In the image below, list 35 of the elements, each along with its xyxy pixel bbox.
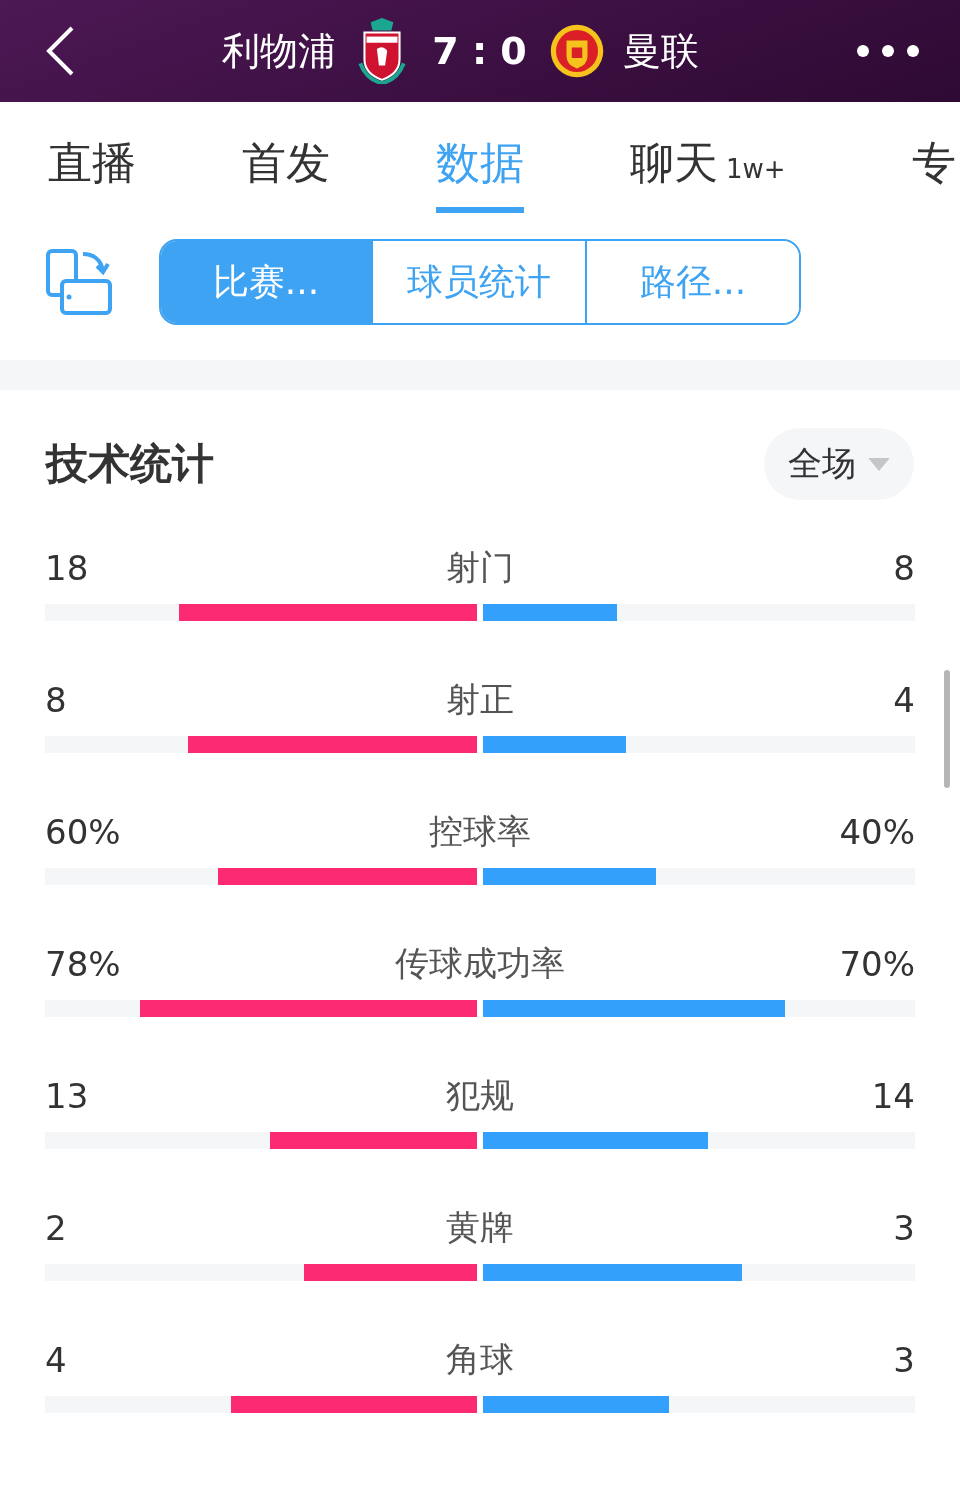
home-value: 8 (45, 680, 67, 720)
home-value: 4 (45, 1340, 67, 1380)
stat-label: 角球 (446, 1338, 514, 1381)
back-icon[interactable] (45, 25, 75, 77)
stat-label: 射门 (446, 546, 514, 589)
home-team-name: 利物浦 (222, 27, 337, 75)
away-value: 8 (893, 548, 915, 588)
more-icon[interactable] (856, 44, 920, 58)
stat-label: 控球率 (429, 810, 531, 853)
tab[interactable]: 首发 (242, 134, 330, 213)
away-value: 3 (893, 1208, 915, 1248)
away-team-name: 曼联 (622, 27, 699, 75)
away-value: 3 (893, 1340, 915, 1380)
home-value: 78% (45, 944, 121, 984)
stat-label: 黄牌 (446, 1206, 514, 1249)
home-value: 60% (45, 812, 121, 852)
home-value: 2 (45, 1208, 67, 1248)
section-title: 技术统计 (46, 438, 214, 490)
stat-label: 射正 (446, 678, 514, 721)
tab[interactable]: 直播 (48, 134, 136, 213)
stat-label: 传球成功率 (395, 942, 565, 985)
away-value: 40% (839, 812, 915, 852)
home-value: 13 (45, 1076, 89, 1116)
away-value: 4 (893, 680, 915, 720)
rotate-screen-icon[interactable] (45, 248, 113, 316)
stat-label: 犯规 (446, 1074, 514, 1117)
away-value: 70% (839, 944, 915, 984)
away-value: 14 (871, 1076, 915, 1116)
home-value: 18 (45, 548, 89, 588)
period-dropdown[interactable]: 全场 (764, 428, 914, 500)
tab[interactable]: 聊天 1w+ (630, 134, 786, 213)
count-label: 1w+ (726, 154, 786, 184)
tab[interactable]: 专 (912, 134, 960, 213)
caret-icon (868, 457, 890, 471)
match-score: 7 : 0 (432, 29, 527, 73)
